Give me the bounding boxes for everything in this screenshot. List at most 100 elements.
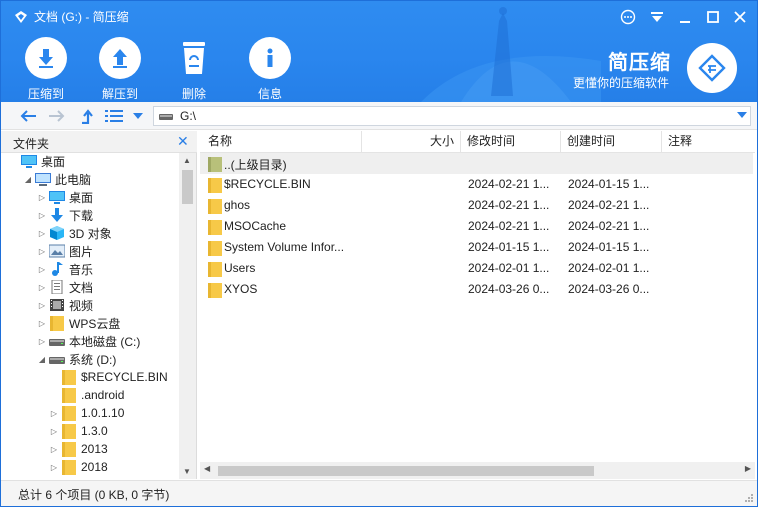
column-comment[interactable]: 注释 xyxy=(662,131,755,153)
collapsed-arrow-icon[interactable]: ▷ xyxy=(37,247,47,256)
column-name[interactable]: 名称 xyxy=(200,131,362,153)
menu-dropdown-icon[interactable] xyxy=(646,7,668,27)
collapsed-arrow-icon[interactable]: ▷ xyxy=(37,283,47,292)
tree-item[interactable]: ▷ 本地磁盘 (C:) xyxy=(37,332,140,350)
collapsed-arrow-icon[interactable]: ▷ xyxy=(37,211,47,220)
collapsed-arrow-icon[interactable]: ▷ xyxy=(37,337,47,346)
collapsed-arrow-icon[interactable]: ▷ xyxy=(37,301,47,310)
expanded-arrow-icon[interactable]: ◢ xyxy=(23,175,33,184)
collapsed-arrow-icon[interactable]: ▷ xyxy=(37,265,47,274)
modified-time: 2024-01-15 1... xyxy=(468,240,550,254)
delete-button[interactable]: 删除 xyxy=(164,37,224,101)
tree-item[interactable]: ▷ 文档 xyxy=(37,278,93,296)
scroll-left-icon[interactable]: ◀ xyxy=(204,464,210,473)
tree-item[interactable]: ▷ 2013 xyxy=(49,440,108,458)
tree-scrollbar[interactable]: ▲ ▼ xyxy=(179,153,196,479)
close-panel-icon[interactable]: ✕ xyxy=(177,133,189,150)
tree-item[interactable]: 桌面 xyxy=(9,152,65,170)
collapsed-arrow-icon[interactable]: ▷ xyxy=(37,319,47,328)
tree-item[interactable]: .android xyxy=(49,386,124,404)
window-title: 文档 (G:) - 简压缩 xyxy=(34,10,129,24)
scroll-right-icon[interactable]: ▶ xyxy=(745,464,751,473)
column-modified[interactable]: 修改时间 xyxy=(461,131,561,153)
up-level-icon[interactable] xyxy=(75,106,97,126)
tree-item-label: 2018 xyxy=(81,460,108,474)
column-created[interactable]: 创建时间 xyxy=(561,131,662,153)
tree-item[interactable]: ▷ 2018 xyxy=(49,458,108,476)
desktop-icon xyxy=(49,190,65,204)
folder-icon xyxy=(208,177,222,193)
table-row[interactable]: MSOCache 2024-02-21 1... 2024-02-21 1... xyxy=(200,216,753,237)
compress-icon xyxy=(25,37,67,79)
table-row[interactable]: Users 2024-02-01 1... 2024-02-01 1... xyxy=(200,258,753,279)
back-arrow-icon[interactable] xyxy=(17,106,39,126)
table-row[interactable]: System Volume Infor... 2024-01-15 1... 202… xyxy=(200,237,753,258)
forward-arrow-icon[interactable] xyxy=(46,106,68,126)
table-row[interactable]: XYOS 2024-03-26 0... 2024-03-26 0... xyxy=(200,279,753,300)
app-logo-icon xyxy=(15,11,27,23)
table-row[interactable]: $RECYCLE.BIN 2024-02-21 1... 2024-01-15 1.… xyxy=(200,174,753,195)
path-dropdown-icon[interactable] xyxy=(737,112,747,118)
created-time: 2024-02-21 1... xyxy=(568,219,650,233)
tree-item[interactable]: ▷ 视频 xyxy=(37,296,93,314)
folder-tree-panel: 文件夹 ✕ 桌面 ◢ 此电脑 ▷ 桌面 ▷ 下载 ▷ 3D 对象 ▷ 图片 ▷ 音乐 ▷ 文档 ▷ 视频 ▷ WPS… xyxy=(1,131,197,479)
file-name: Users xyxy=(224,261,256,275)
close-icon[interactable] xyxy=(729,7,751,27)
tree-item[interactable]: ▷ 1.3.0 xyxy=(49,422,108,440)
scroll-up-icon[interactable]: ▲ xyxy=(183,156,191,165)
collapsed-arrow-icon[interactable]: ▷ xyxy=(37,193,47,202)
tree-item[interactable]: $RECYCLE.BIN xyxy=(49,368,168,386)
music-icon xyxy=(49,262,65,276)
download-icon xyxy=(49,208,65,222)
folder-panel-header: 文件夹 ✕ xyxy=(1,131,197,153)
path-bar[interactable] xyxy=(153,106,751,126)
tree-item-label: 音乐 xyxy=(69,262,94,277)
table-row[interactable]: ghos 2024-02-21 1... 2024-02-21 1... xyxy=(200,195,753,216)
parent-directory-row[interactable]: ..(上级目录) xyxy=(200,153,753,174)
info-button[interactable]: 信息 xyxy=(240,37,300,101)
tree-item-label: 1.0.1.10 xyxy=(81,406,125,420)
extract-button[interactable]: 解压到 xyxy=(90,37,150,101)
collapsed-arrow-icon[interactable]: ▷ xyxy=(49,409,59,418)
folder-icon xyxy=(61,370,77,385)
tree-item[interactable]: ▷ 下载 xyxy=(37,206,93,224)
drive-icon xyxy=(159,114,173,120)
modified-time: 2024-02-21 1... xyxy=(468,198,550,212)
tree-item[interactable]: ◢ 此电脑 xyxy=(23,170,91,188)
title-bar: 文档 (G:) - 简压缩 xyxy=(1,1,757,33)
parent-folder-icon xyxy=(208,156,222,172)
tree-item[interactable]: ▷ 1.0.1.10 xyxy=(49,404,124,422)
modified-time: 2024-02-01 1... xyxy=(468,261,550,275)
collapsed-arrow-icon[interactable]: ▷ xyxy=(49,427,59,436)
tree-item-label: 视频 xyxy=(69,298,94,313)
collapsed-arrow-icon[interactable]: ▷ xyxy=(49,445,59,454)
compress-button[interactable]: 压缩到 xyxy=(16,37,76,101)
brand-name: 简压缩 xyxy=(608,52,671,74)
tree-item-label: 文档 xyxy=(69,280,94,295)
tree-item-label: 2013 xyxy=(81,442,108,456)
view-dropdown-icon[interactable] xyxy=(127,106,149,126)
tree-item[interactable]: ◢ 系统 (D:) xyxy=(37,350,116,368)
path-input[interactable] xyxy=(180,109,720,123)
scroll-down-icon[interactable]: ▼ xyxy=(183,467,191,476)
collapsed-arrow-icon[interactable]: ▷ xyxy=(37,229,47,238)
tree-scrollbar-thumb[interactable] xyxy=(182,170,193,204)
tree-item[interactable]: ▷ WPS云盘 xyxy=(37,314,120,332)
column-size[interactable]: 大小 xyxy=(362,131,461,153)
tree-item[interactable]: ▷ 3D 对象 xyxy=(37,224,112,242)
video-icon xyxy=(49,298,65,312)
tree-item[interactable]: ▷ 图片 xyxy=(37,242,93,260)
list-scrollbar-thumb[interactable] xyxy=(218,466,594,476)
tree-item[interactable]: ▷ 桌面 xyxy=(37,188,93,206)
expanded-arrow-icon[interactable]: ◢ xyxy=(37,355,47,364)
tree-item[interactable]: ▷ 音乐 xyxy=(37,260,93,278)
maximize-icon[interactable] xyxy=(702,7,724,27)
resize-grip-icon[interactable] xyxy=(744,493,754,503)
feedback-icon[interactable] xyxy=(617,7,639,27)
tree-item-label: 此电脑 xyxy=(55,172,92,187)
view-list-icon[interactable] xyxy=(103,106,125,126)
app-window: 文档 (G:) - 简压缩 压缩到 解压到 删除 信息 简压缩 更懂你的压缩软件… xyxy=(0,0,758,507)
minimize-icon[interactable] xyxy=(674,7,696,27)
list-horizontal-scrollbar[interactable]: ◀ ▶ xyxy=(200,462,755,479)
collapsed-arrow-icon[interactable]: ▷ xyxy=(49,463,59,472)
